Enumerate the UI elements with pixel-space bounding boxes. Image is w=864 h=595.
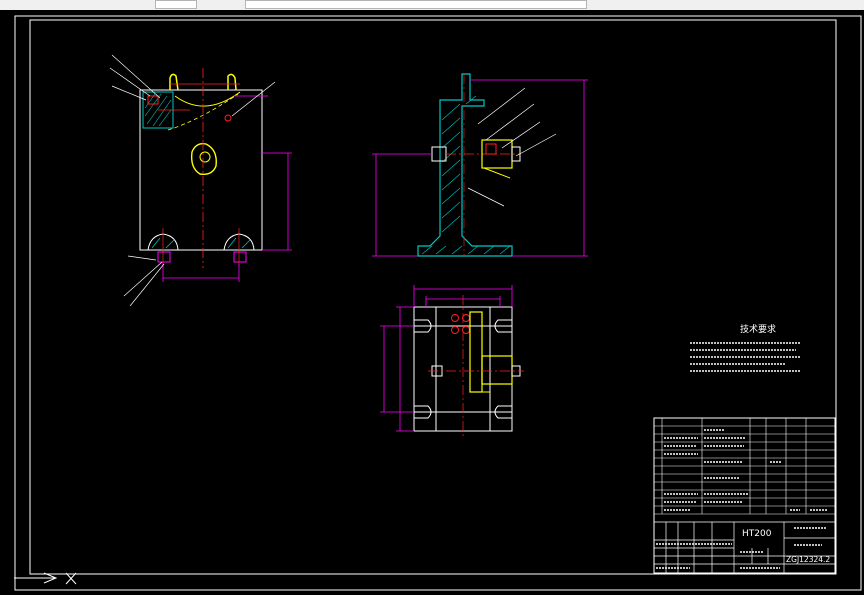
model-space-canvas[interactable]: 技术要求 HT200 ZGJ12324.2: [0, 0, 864, 595]
cad-drawing-window: 技术要求 HT200 ZGJ12324.2: [0, 0, 864, 595]
title-block: HT200 ZGJ12324.2: [653, 417, 836, 574]
technical-requirements-heading: 技术要求: [740, 323, 776, 335]
inner-frame: [29, 19, 837, 575]
front-view-body: [139, 89, 263, 251]
outer-frame: [14, 15, 862, 591]
material-label: HT200: [742, 529, 772, 539]
technical-requirements-note: 技术要求: [690, 323, 800, 372]
ucs-axis-icon: [14, 572, 77, 585]
top-view: [380, 285, 524, 436]
drawing-number-label: ZGJ12324.2: [786, 555, 830, 564]
side-view: [372, 73, 588, 257]
front-view: [109, 54, 292, 307]
